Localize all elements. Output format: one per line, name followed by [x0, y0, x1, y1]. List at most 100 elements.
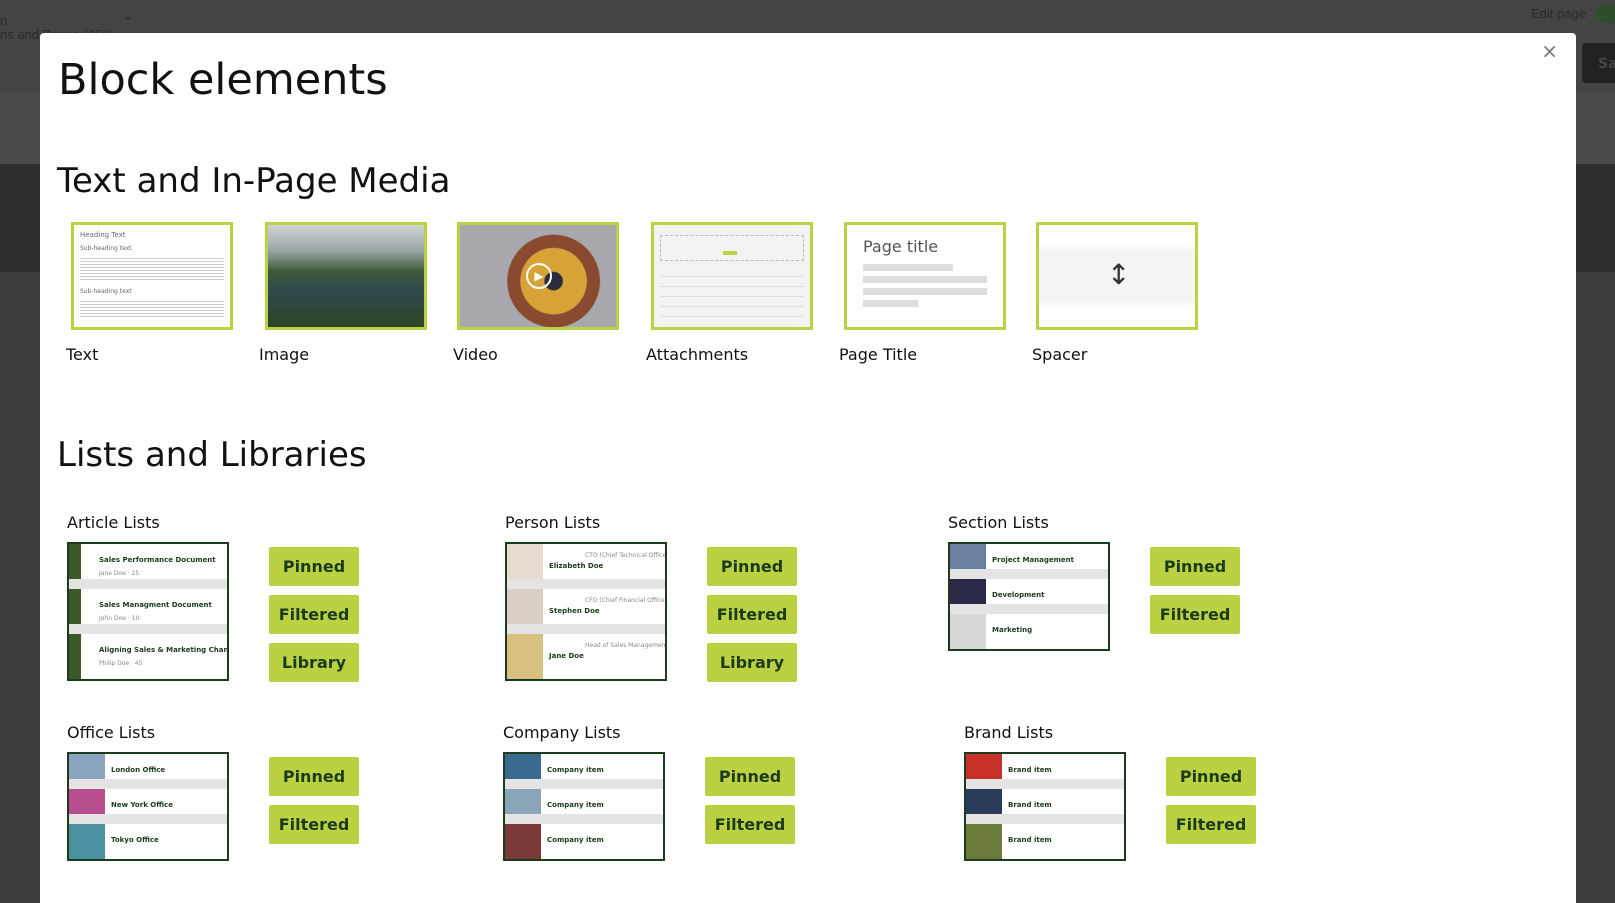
section-title-text-media: Text and In-Page Media — [57, 161, 451, 201]
list-item: Tokyo Office — [69, 824, 227, 859]
article-lists-preview[interactable]: Sales Performance Document Jane Doe · 25 S… — [67, 542, 229, 681]
chevron-down-icon[interactable]: ⌄ — [122, 8, 134, 24]
item-image — [505, 754, 541, 779]
save-button[interactable]: Sa — [1582, 43, 1615, 83]
thumb-page-title: Page title — [863, 237, 939, 256]
company-lists-filtered-button[interactable]: Filtered — [705, 805, 795, 844]
list-item: Elizabeth Doe CTO (Chief Technical Office… — [507, 544, 665, 589]
text-block-thumbnail[interactable]: Heading Text Sub-heading text Sub-headin… — [71, 222, 233, 330]
label-spacer: Spacer — [1032, 345, 1088, 364]
item-title: Tokyo Office — [111, 836, 159, 844]
list-item: London Office — [69, 754, 227, 789]
item-title: London Office — [111, 766, 166, 774]
close-icon[interactable]: × — [1541, 39, 1558, 63]
edit-page-label: Edit page — [1531, 6, 1586, 21]
item-title: Company item — [547, 836, 604, 844]
attachments-block-thumbnail[interactable] — [651, 222, 813, 330]
office-lists-filtered-button[interactable]: Filtered — [269, 805, 359, 844]
thumb-line — [863, 288, 987, 295]
label-attachments: Attachments — [646, 345, 749, 364]
upload-button — [723, 251, 737, 255]
item-image — [966, 824, 1002, 859]
brand-lists-label: Brand Lists — [964, 723, 1054, 742]
label-video: Video — [453, 345, 498, 364]
label-image: Image — [259, 345, 310, 364]
breadcrumb-top: n — [0, 13, 8, 28]
list-item: Aligning Sales & Marketing Channels Phili… — [69, 634, 227, 679]
item-meta: Head of Sales Management — [585, 642, 667, 649]
article-lists-pinned-button[interactable]: Pinned — [269, 547, 359, 586]
list-item: Sales Performance Document Jane Doe · 25 — [69, 544, 227, 589]
thumb-line — [863, 276, 987, 283]
list-item: Marketing — [950, 614, 1108, 649]
item-title: Marketing — [992, 626, 1033, 634]
list-item: Brand item — [966, 789, 1124, 824]
thumb-lines — [80, 256, 224, 282]
item-image — [966, 789, 1002, 814]
item-image — [966, 754, 1002, 779]
company-lists-pinned-button[interactable]: Pinned — [705, 757, 795, 796]
label-page-title: Page Title — [839, 345, 918, 364]
office-lists-preview[interactable]: London Office New York Office Tokyo Office — [67, 752, 229, 861]
thumb-subheading: Sub-heading text — [80, 288, 132, 295]
image-block-thumbnail[interactable] — [265, 222, 427, 330]
section-lists-preview[interactable]: Project Management Development Marketing — [948, 542, 1110, 651]
block-elements-modal: × Block elements Text and In-Page Media … — [40, 33, 1576, 903]
item-title: Sales Performance Document — [99, 556, 216, 564]
person-lists-preview[interactable]: Elizabeth Doe CTO (Chief Technical Office… — [505, 542, 667, 681]
edit-page-toggle[interactable] — [1596, 5, 1615, 23]
section-lists-pinned-button[interactable]: Pinned — [1150, 547, 1240, 586]
thumb-heading: Heading Text — [80, 231, 126, 239]
brand-lists-preview[interactable]: Brand item Brand item Brand item — [964, 752, 1126, 861]
item-title: Brand item — [1008, 836, 1052, 844]
company-lists-label: Company Lists — [503, 723, 621, 742]
item-image — [950, 614, 986, 649]
item-image — [69, 789, 105, 814]
item-image — [69, 634, 81, 679]
list-item: Development — [950, 579, 1108, 614]
item-image — [950, 579, 986, 604]
item-title: Development — [992, 591, 1045, 599]
company-lists-preview[interactable]: Company item Company item Company item — [503, 752, 665, 861]
item-meta: Jane Doe · 25 — [99, 570, 140, 577]
item-image — [69, 589, 81, 624]
list-item: Company item — [505, 824, 663, 859]
spacer-block-thumbnail[interactable]: ↕ — [1036, 222, 1198, 330]
article-lists-label: Article Lists — [67, 513, 160, 532]
item-meta: John Doe · 10 — [99, 615, 140, 622]
vertical-resize-icon: ↕ — [1107, 258, 1131, 291]
modal-title: Block elements — [58, 55, 388, 105]
article-lists-library-button[interactable]: Library — [269, 643, 359, 682]
thumb-lines — [80, 299, 224, 319]
brand-lists-pinned-button[interactable]: Pinned — [1166, 757, 1256, 796]
item-image — [69, 824, 105, 859]
item-title: Stephen Doe — [549, 607, 600, 615]
upload-dropzone — [660, 235, 804, 261]
item-image — [507, 589, 543, 624]
article-lists-filtered-button[interactable]: Filtered — [269, 595, 359, 634]
list-item: Company item — [505, 754, 663, 789]
item-title: Sales Managment Document — [99, 601, 212, 609]
brand-lists-filtered-button[interactable]: Filtered — [1166, 805, 1256, 844]
play-icon: ▶ — [526, 263, 552, 289]
video-block-thumbnail[interactable]: ▶ — [457, 222, 619, 330]
section-lists-filtered-button[interactable]: Filtered — [1150, 595, 1240, 634]
thumb-subheading: Sub-heading text — [80, 245, 132, 252]
person-lists-library-button[interactable]: Library — [707, 643, 797, 682]
item-image — [69, 754, 105, 779]
page-title-block-thumbnail[interactable]: Page title — [844, 222, 1006, 330]
item-meta: Philip Doe · 45 — [99, 660, 143, 667]
list-item: Jane Doe Head of Sales Management — [507, 634, 665, 679]
item-title: Brand item — [1008, 766, 1052, 774]
office-lists-pinned-button[interactable]: Pinned — [269, 757, 359, 796]
list-item: Stephen Doe CFO (Chief Financial Officer) — [507, 589, 665, 634]
item-title: Company item — [547, 766, 604, 774]
item-title: Elizabeth Doe — [549, 562, 604, 570]
person-lists-filtered-button[interactable]: Filtered — [707, 595, 797, 634]
item-title: Jane Doe — [549, 652, 584, 660]
attachment-rows — [660, 267, 804, 317]
item-meta: CTO (Chief Technical Officer) — [585, 552, 667, 559]
list-item: Sales Managment Document John Doe · 10 — [69, 589, 227, 634]
item-image — [507, 544, 543, 579]
person-lists-pinned-button[interactable]: Pinned — [707, 547, 797, 586]
